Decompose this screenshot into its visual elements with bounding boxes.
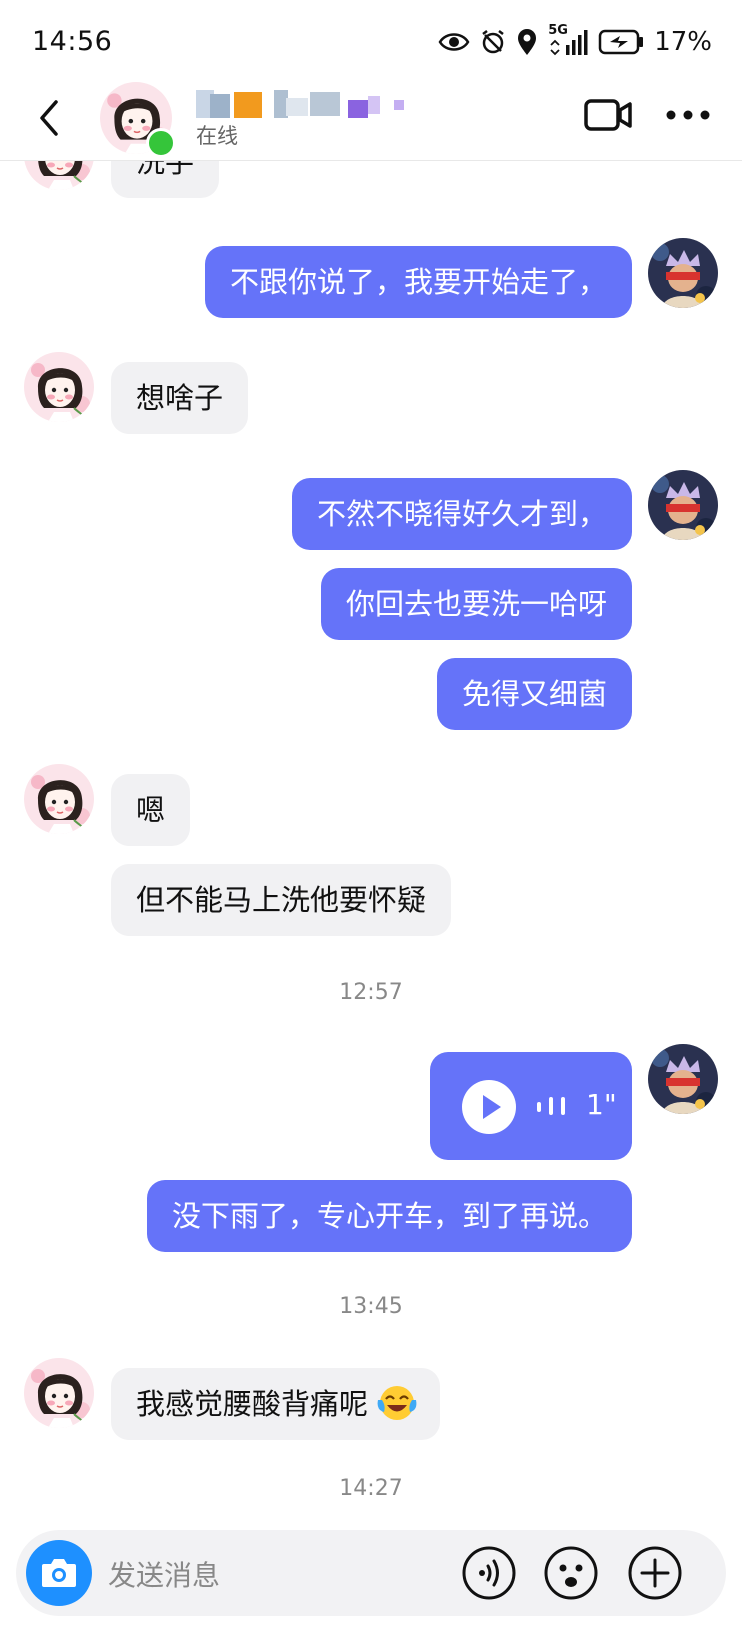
message-input-bar[interactable]: 发送消息 xyxy=(16,1530,726,1616)
eye-icon xyxy=(438,33,470,51)
voice-message[interactable]: 1" xyxy=(430,1052,632,1160)
camera-icon xyxy=(42,1559,76,1587)
outgoing-message[interactable]: 不然不晓得好久才到， xyxy=(291,478,632,550)
my-avatar[interactable] xyxy=(648,238,718,308)
online-indicator xyxy=(146,128,176,158)
alarm-icon xyxy=(482,30,504,54)
back-icon[interactable] xyxy=(30,96,70,140)
message-list[interactable]: 洗手 不跟你说了，我要开始走了， 想啥子 不然不晓得好久才到， 你回去也要洗一哈… xyxy=(0,160,742,1530)
message-input[interactable]: 发送消息 xyxy=(108,1554,220,1594)
emoji-icon[interactable] xyxy=(542,1544,600,1602)
contact-avatar-small[interactable] xyxy=(24,1358,94,1428)
contact-avatar-small[interactable] xyxy=(24,352,94,422)
contact-status: 在线 xyxy=(196,124,238,148)
my-avatar[interactable] xyxy=(648,1044,718,1114)
message-timestamp: 14:27 xyxy=(339,1476,403,1501)
video-call-icon[interactable] xyxy=(583,96,633,134)
more-icon[interactable] xyxy=(664,108,712,122)
outgoing-message[interactable]: 你回去也要洗一哈呀 xyxy=(320,568,632,640)
status-time: 14:56 xyxy=(32,26,113,57)
camera-button[interactable] xyxy=(26,1540,92,1606)
signal-icon: 5G xyxy=(548,23,588,57)
contact-avatar-small[interactable] xyxy=(24,160,94,190)
my-avatar[interactable] xyxy=(648,470,718,540)
incoming-message[interactable]: 我感觉腰酸背痛呢 xyxy=(111,1368,441,1440)
incoming-message[interactable]: 但不能马上洗他要怀疑 xyxy=(111,864,452,936)
battery-percent: 17% xyxy=(654,27,712,57)
voice-input-icon[interactable] xyxy=(460,1544,518,1602)
contact-name-blurred[interactable] xyxy=(196,88,426,120)
chat-header: 在线 xyxy=(0,82,742,161)
play-icon[interactable] xyxy=(462,1080,516,1134)
battery-icon xyxy=(598,29,644,55)
outgoing-message[interactable]: 不跟你说了，我要开始走了， xyxy=(204,246,632,318)
location-icon xyxy=(518,29,537,55)
status-bar: 14:56 5G 17% xyxy=(0,0,742,82)
outgoing-message[interactable]: 没下雨了，专心开车，到了再说。 xyxy=(146,1180,632,1252)
message-text: 我感觉腰酸背痛呢 xyxy=(136,1387,369,1421)
tears-of-joy-emoji xyxy=(377,1386,417,1420)
outgoing-message[interactable]: 免得又细菌 xyxy=(436,658,632,730)
incoming-message[interactable]: 嗯 xyxy=(111,774,191,846)
voice-duration: 1" xyxy=(586,1088,617,1121)
contact-avatar-small[interactable] xyxy=(24,764,94,834)
incoming-message[interactable]: 洗手 xyxy=(111,160,220,198)
status-icons: 5G 17% xyxy=(438,23,712,60)
audio-wave-icon xyxy=(537,1097,565,1115)
message-timestamp: 13:45 xyxy=(339,1294,403,1319)
message-timestamp: 12:57 xyxy=(339,980,403,1005)
plus-icon[interactable] xyxy=(626,1544,684,1602)
incoming-message[interactable]: 想啥子 xyxy=(111,362,249,434)
